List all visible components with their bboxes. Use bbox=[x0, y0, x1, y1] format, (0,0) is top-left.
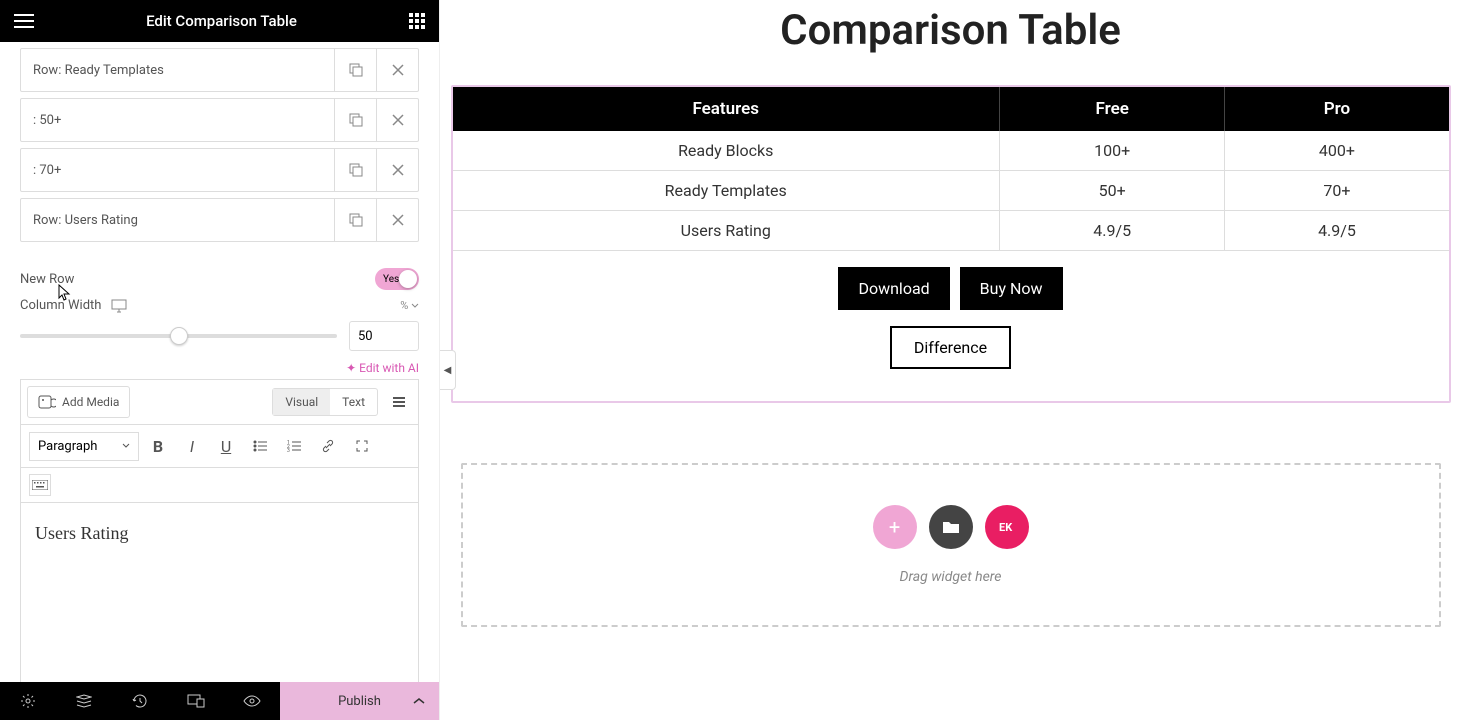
tab-visual[interactable]: Visual bbox=[273, 389, 330, 415]
bold-button[interactable]: B bbox=[143, 431, 173, 461]
settings-icon[interactable] bbox=[0, 682, 56, 720]
editor-toolbar: Add Media Visual Text Paragraph B I U 12… bbox=[20, 379, 419, 503]
keyboard-icon[interactable] bbox=[29, 474, 51, 496]
svg-text:3: 3 bbox=[287, 448, 290, 452]
new-row-property: New Row Yes bbox=[20, 268, 419, 290]
duplicate-icon[interactable] bbox=[334, 49, 376, 91]
history-icon[interactable] bbox=[112, 682, 168, 720]
distraction-free-icon[interactable] bbox=[384, 387, 414, 417]
bottom-bar: Publish bbox=[0, 682, 439, 720]
column-width-input[interactable] bbox=[349, 321, 419, 351]
plus-icon: + bbox=[889, 515, 900, 539]
apps-icon[interactable] bbox=[409, 13, 425, 29]
italic-button[interactable]: I bbox=[177, 431, 207, 461]
folder-icon bbox=[942, 520, 960, 534]
sparkle-icon: ✦ bbox=[346, 361, 356, 375]
preview-canvas: ◀ Comparison Table Features Free Pro Rea… bbox=[440, 0, 1461, 720]
widget-dropzone[interactable]: + EK Drag widget here bbox=[461, 463, 1441, 627]
sidebar-header: Edit Comparison Table bbox=[0, 0, 439, 42]
editor-sidebar: Edit Comparison Table Row: Ready Templat… bbox=[0, 0, 440, 720]
close-icon[interactable] bbox=[376, 49, 418, 91]
media-icon bbox=[38, 395, 56, 409]
collapse-panel-button[interactable]: ◀ bbox=[440, 350, 456, 390]
unit-selector[interactable]: % bbox=[400, 299, 419, 312]
editor-mode-tabs: Visual Text bbox=[272, 388, 378, 416]
table-row[interactable]: Row: Users Rating bbox=[20, 198, 419, 242]
duplicate-icon[interactable] bbox=[334, 99, 376, 141]
row-label: Row: Ready Templates bbox=[21, 49, 334, 91]
navigator-icon[interactable] bbox=[56, 682, 112, 720]
close-icon[interactable] bbox=[376, 149, 418, 191]
add-media-button[interactable]: Add Media bbox=[27, 386, 130, 418]
numbered-list-button[interactable]: 123 bbox=[279, 431, 309, 461]
publish-button[interactable]: Publish bbox=[280, 682, 439, 720]
new-row-toggle[interactable]: Yes bbox=[375, 268, 419, 290]
table-row[interactable]: : 50+ bbox=[20, 98, 419, 142]
link-button[interactable] bbox=[313, 431, 343, 461]
column-width-slider[interactable] bbox=[20, 326, 337, 346]
bullet-list-button[interactable] bbox=[245, 431, 275, 461]
table-row: Ready Blocks 100+ 400+ bbox=[453, 131, 1449, 171]
kit-icon: EK bbox=[998, 520, 1016, 534]
edit-with-ai-link[interactable]: ✦ Edit with AI bbox=[0, 361, 439, 379]
kit-button[interactable]: EK bbox=[985, 505, 1029, 549]
table-header: Free bbox=[999, 87, 1224, 131]
row-label: : 50+ bbox=[21, 99, 334, 141]
close-icon[interactable] bbox=[376, 99, 418, 141]
desktop-icon[interactable] bbox=[111, 299, 127, 313]
preview-icon[interactable] bbox=[224, 682, 280, 720]
table-row[interactable]: Row: Ready Templates bbox=[20, 48, 419, 92]
table-row: Users Rating 4.9/5 4.9/5 bbox=[453, 211, 1449, 251]
page-title: Comparison Table bbox=[450, 6, 1451, 55]
svg-text:EK: EK bbox=[999, 521, 1013, 534]
dropzone-label: Drag widget here bbox=[900, 569, 1002, 585]
templates-button[interactable] bbox=[929, 505, 973, 549]
close-icon[interactable] bbox=[376, 199, 418, 241]
column-width-slider-row bbox=[20, 321, 419, 351]
row-label: : 70+ bbox=[21, 149, 334, 191]
chevron-down-icon bbox=[122, 443, 130, 449]
editor-content[interactable]: Users Rating bbox=[20, 503, 419, 682]
sidebar-body: Row: Ready Templates : 50+ : 70+ Row: Us… bbox=[0, 42, 439, 682]
responsive-icon[interactable] bbox=[168, 682, 224, 720]
chevron-up-icon[interactable] bbox=[413, 697, 425, 705]
column-width-label: Column Width bbox=[20, 298, 101, 313]
duplicate-icon[interactable] bbox=[334, 199, 376, 241]
tab-text[interactable]: Text bbox=[330, 389, 377, 415]
download-button[interactable]: Download bbox=[838, 267, 949, 310]
underline-button[interactable]: U bbox=[211, 431, 241, 461]
button-row: Download Buy Now bbox=[453, 267, 1449, 310]
table-header: Pro bbox=[1225, 87, 1449, 131]
panel-title: Edit Comparison Table bbox=[146, 12, 297, 30]
fullscreen-button[interactable] bbox=[347, 431, 377, 461]
new-row-label: New Row bbox=[20, 272, 74, 287]
table-row: Ready Templates 50+ 70+ bbox=[453, 171, 1449, 211]
row-properties: New Row Yes Column Width % bbox=[0, 248, 439, 361]
table-header: Features bbox=[453, 87, 1000, 131]
comparison-table: Features Free Pro Ready Blocks 100+ 400+… bbox=[453, 87, 1449, 251]
row-label: Row: Users Rating bbox=[21, 199, 334, 241]
format-select[interactable]: Paragraph bbox=[29, 432, 139, 461]
menu-icon[interactable] bbox=[14, 14, 34, 28]
add-section-button[interactable]: + bbox=[873, 505, 917, 549]
column-width-property: Column Width % bbox=[20, 298, 419, 313]
comparison-table-widget[interactable]: Features Free Pro Ready Blocks 100+ 400+… bbox=[451, 85, 1451, 403]
difference-button[interactable]: Difference bbox=[890, 326, 1011, 369]
table-row[interactable]: : 70+ bbox=[20, 148, 419, 192]
buy-now-button[interactable]: Buy Now bbox=[960, 267, 1063, 310]
duplicate-icon[interactable] bbox=[334, 149, 376, 191]
